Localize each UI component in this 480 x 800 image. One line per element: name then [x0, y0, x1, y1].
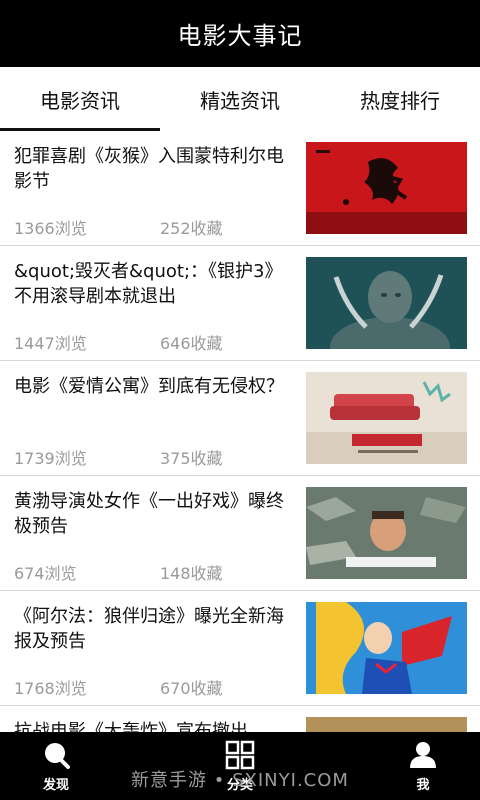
list-item[interactable]: 电影《爱情公寓》到底有无侵权？ 1739浏览 375收藏 [0, 361, 480, 476]
article-thumbnail [306, 487, 467, 579]
view-count: 1447浏览 [14, 334, 87, 353]
nav-me-label: 我 [416, 777, 430, 793]
view-count: 1739浏览 [14, 449, 87, 468]
list-item[interactable]: 《阿尔法：狼伴归途》曝光全新海报及预告 1768浏览 670收藏 [0, 591, 480, 706]
article-title: 犯罪喜剧《灰猴》入围蒙特利尔电影节 [14, 146, 284, 192]
view-count: 674浏览 [14, 564, 77, 583]
search-icon [45, 742, 70, 769]
bottom-nav-bar: 发现 分类 我 [0, 732, 480, 800]
article-thumbnail [306, 257, 467, 349]
tab-popularity-ranking[interactable]: 热度排行 [320, 67, 480, 131]
user-icon [410, 741, 436, 768]
favorite-count: 375收藏 [160, 449, 223, 468]
article-title: &quot;毁灭者&quot;：《银护3》不用滚导剧本就退出 [14, 261, 283, 307]
favorite-count: 646收藏 [160, 334, 223, 353]
nav-me-button[interactable]: 我 [378, 732, 468, 800]
nav-category-button[interactable]: 分类 [195, 732, 285, 800]
tab-bar: 电影资讯 精选资讯 热度排行 [0, 67, 480, 131]
nav-category-label: 分类 [226, 777, 253, 793]
favorite-count: 252收藏 [160, 219, 223, 238]
tab-label: 热度排行 [360, 88, 440, 113]
article-thumbnail [306, 142, 467, 234]
app-title-bar: 电影大事记 [0, 0, 480, 67]
app-title: 电影大事记 [177, 22, 303, 50]
article-thumbnail [306, 717, 467, 732]
article-thumbnail [306, 602, 467, 694]
tab-featured-news[interactable]: 精选资讯 [160, 67, 320, 131]
article-meta: 1768浏览 670收藏 [14, 675, 223, 699]
article-title: 《阿尔法：狼伴归途》曝光全新海报及预告 [14, 606, 284, 652]
tab-movie-news[interactable]: 电影资讯 [0, 67, 160, 131]
list-item[interactable]: &quot;毁灭者&quot;：《银护3》不用滚导剧本就退出 1447浏览 64… [0, 246, 480, 361]
article-title: 抗战电影《大轰炸》宣布撤出 [14, 721, 248, 732]
article-meta: 1447浏览 646收藏 [14, 330, 223, 354]
nav-discover-label: 发现 [42, 777, 69, 793]
article-list[interactable]: 犯罪喜剧《灰猴》入围蒙特利尔电影节 1366浏览 252收藏 &quot;毁灭者… [0, 131, 480, 732]
list-item[interactable]: 黄渤导演处女作《一出好戏》曝终极预告 674浏览 148收藏 [0, 476, 480, 591]
article-title: 电影《爱情公寓》到底有无侵权？ [14, 376, 284, 397]
article-title: 黄渤导演处女作《一出好戏》曝终极预告 [14, 491, 284, 537]
view-count: 1768浏览 [14, 679, 87, 698]
view-count: 1366浏览 [14, 219, 87, 238]
article-meta: 1739浏览 375收藏 [14, 445, 223, 469]
article-meta: 1366浏览 252收藏 [14, 215, 223, 239]
tab-label: 精选资讯 [200, 88, 280, 113]
favorite-count: 670收藏 [160, 679, 223, 698]
article-thumbnail [306, 372, 467, 464]
favorite-count: 148收藏 [160, 564, 223, 583]
tab-label: 电影资讯 [40, 88, 120, 113]
nav-discover-button[interactable]: 发现 [11, 732, 101, 800]
article-meta: 674浏览 148收藏 [14, 560, 223, 584]
grid-icon [225, 740, 255, 769]
list-item[interactable]: 抗战电影《大轰炸》宣布撤出 [0, 706, 480, 732]
list-item[interactable]: 犯罪喜剧《灰猴》入围蒙特利尔电影节 1366浏览 252收藏 [0, 131, 480, 246]
